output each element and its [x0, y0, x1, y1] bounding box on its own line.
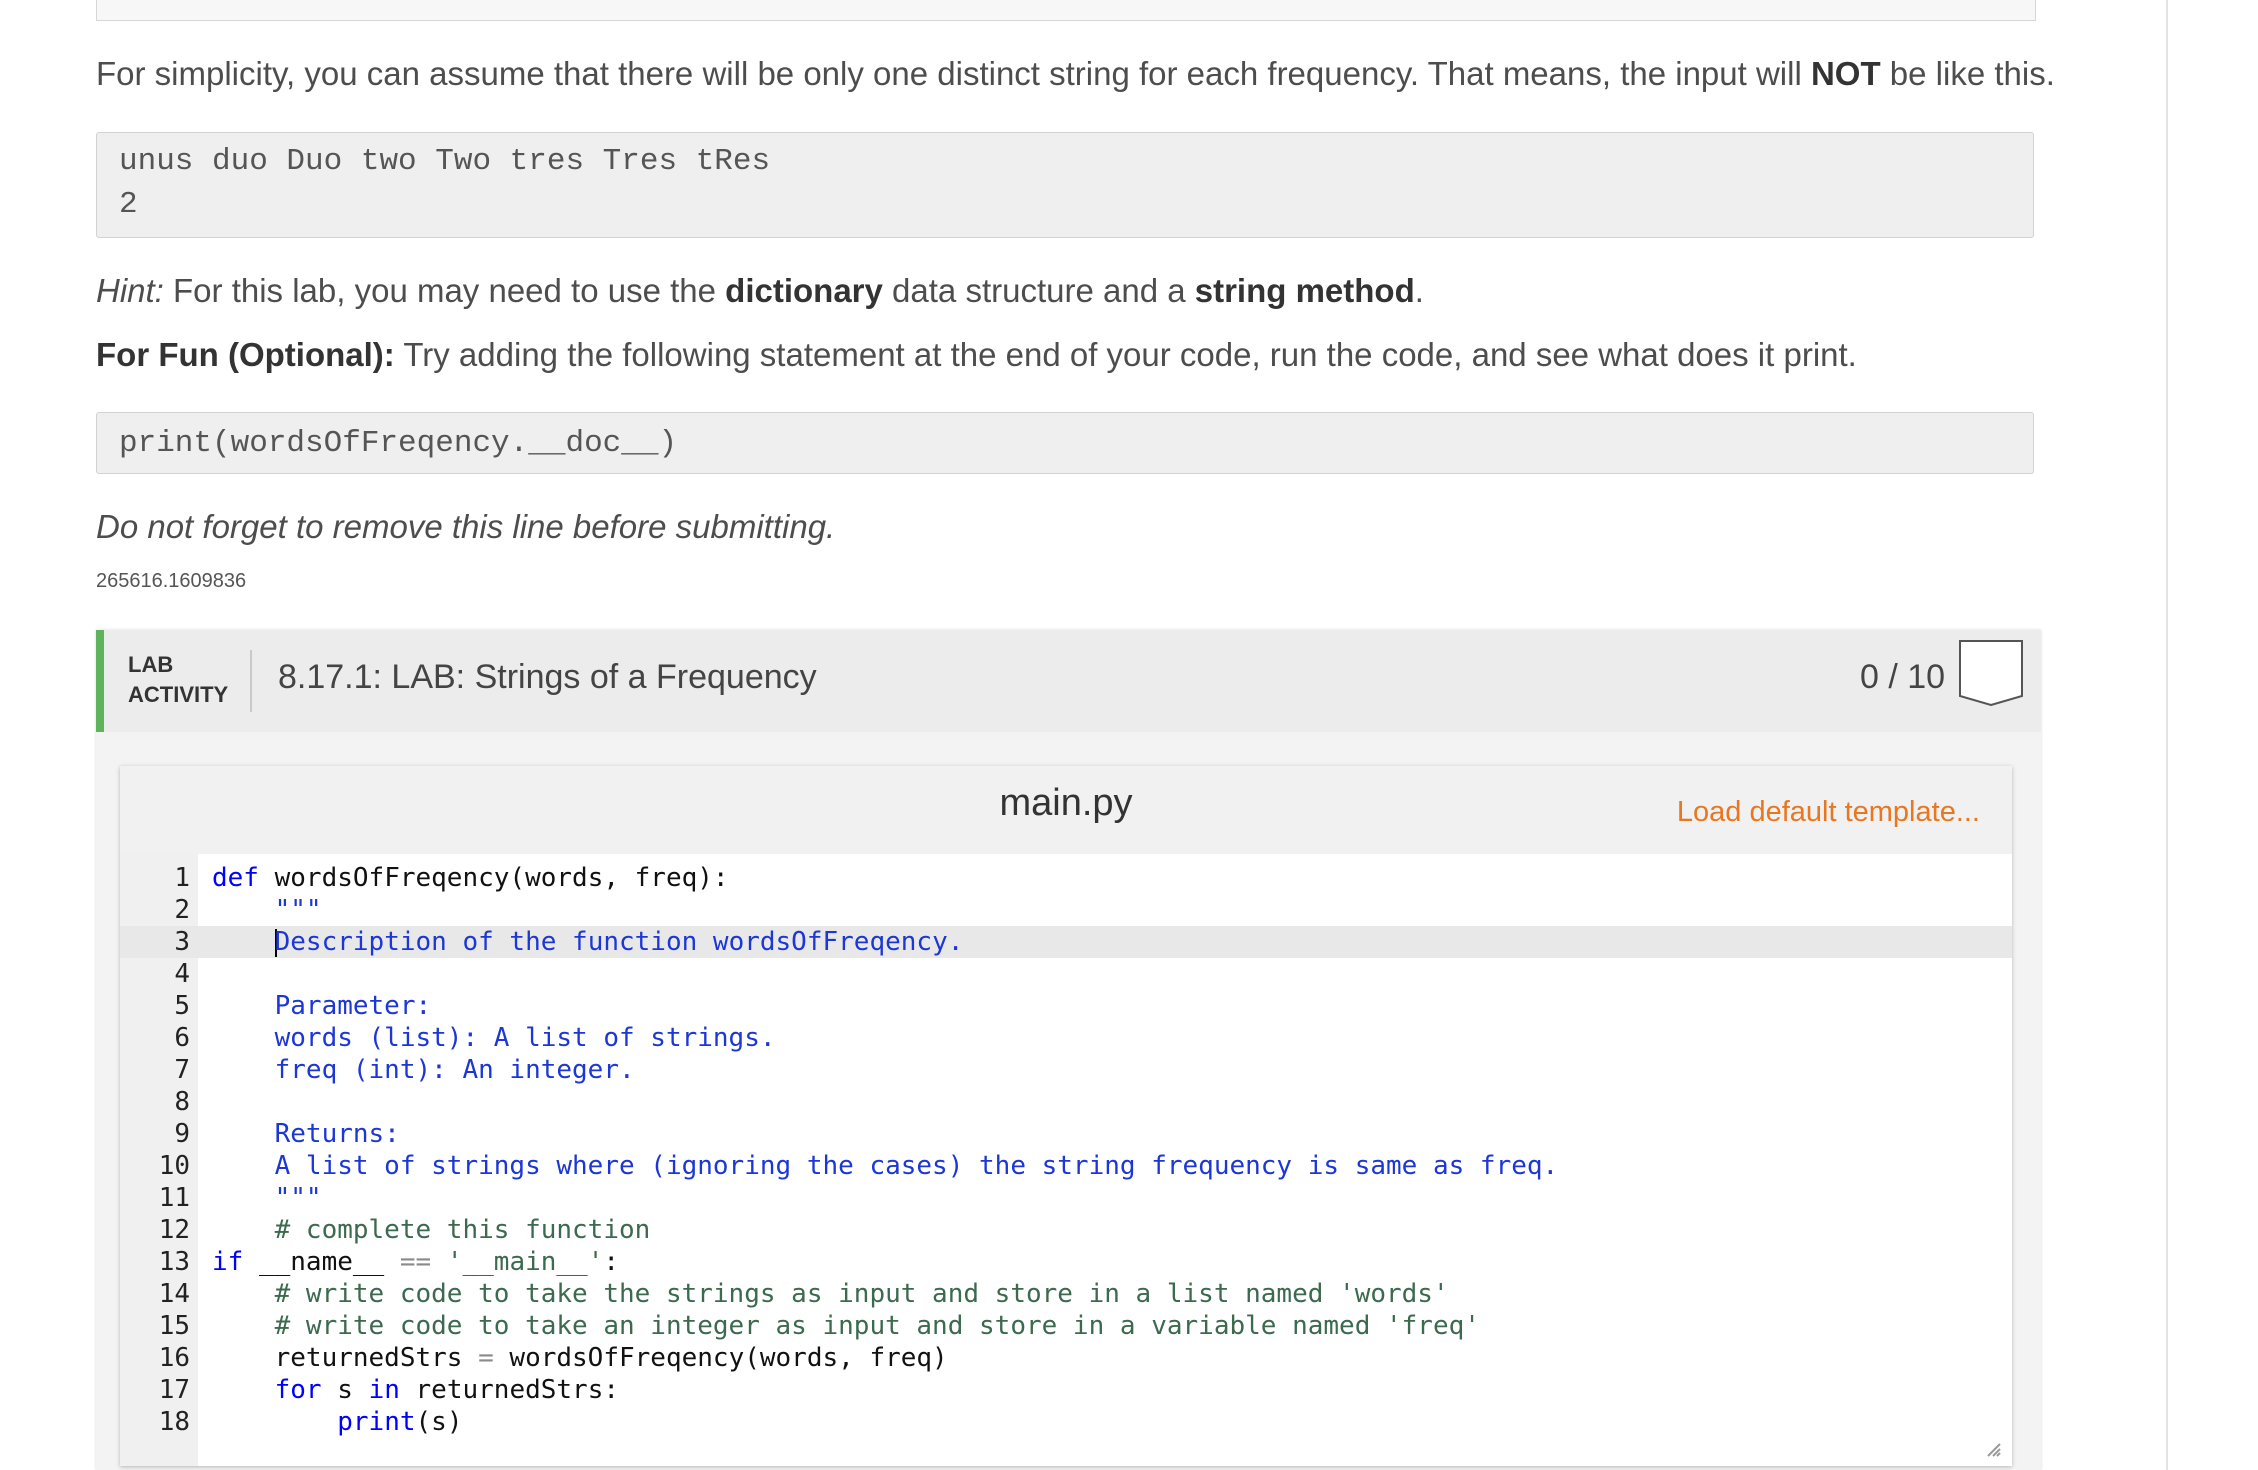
for-fun-label: For Fun (Optional): — [96, 336, 395, 373]
line-number: 4 — [174, 959, 190, 989]
example-input-line: unus duo Duo two Two tres Tres tRes — [119, 144, 771, 179]
line-code: freq (int): An integer. — [212, 1055, 635, 1085]
header-divider — [250, 650, 252, 712]
example-input-line: 2 — [119, 187, 138, 222]
line-code: if __name__ == '__main__': — [212, 1247, 620, 1277]
line-code: print(s) — [337, 1407, 463, 1437]
code-editor: main.py Load default template... 1 def wo… — [120, 766, 2012, 1466]
for-fun-paragraph: For Fun (Optional): Try adding the follo… — [96, 336, 1857, 374]
code-line[interactable]: 6 words (list): A list of strings. — [120, 1022, 2012, 1054]
doc-print-code: print(wordsOfFreqency.__doc__) — [119, 426, 678, 461]
line-number: 8 — [174, 1087, 190, 1117]
line-code: """ — [212, 895, 322, 925]
line-number: 11 — [158, 1183, 190, 1213]
activity-id: 265616.1609836 — [96, 570, 247, 592]
line-number: 3 — [174, 927, 190, 957]
code-line[interactable]: 2 """ — [120, 894, 2012, 926]
load-default-template-link[interactable]: Load default template... — [1677, 796, 1980, 829]
code-line[interactable]: 12 # complete this function — [120, 1214, 2012, 1246]
line-number: 5 — [174, 991, 190, 1021]
hint-text: data structure and a — [882, 272, 1195, 309]
completion-badge-icon — [1959, 640, 2023, 706]
hint-paragraph: Hint: For this lab, you may need to use … — [96, 272, 1424, 310]
hint-string-method: string method — [1194, 272, 1415, 309]
line-number: 12 — [158, 1215, 190, 1245]
doc-print-code-box: print(wordsOfFreqency.__doc__) — [96, 412, 2034, 474]
line-code: A list of strings where (ignoring the ca… — [212, 1151, 1559, 1181]
code-area[interactable]: 1 def wordsOfFreqency(words, freq): 2 """ 3… — [120, 854, 2012, 1466]
line-number: 18 — [158, 1407, 190, 1437]
hint-text: . — [1414, 272, 1424, 309]
line-number: 15 — [158, 1311, 190, 1341]
lab-score: 0 / 10 — [1860, 658, 1946, 696]
code-line[interactable]: 9 Returns: — [120, 1118, 2012, 1150]
code-line[interactable]: 11 """ — [120, 1182, 2012, 1214]
for-fun-text: Try adding the following statement at th… — [394, 336, 1857, 373]
line-code: """ — [212, 1183, 322, 1213]
line-code: Description of the function wordsOfFreqe… — [274, 927, 964, 957]
previous-code-box — [96, 0, 2036, 21]
simplicity-emphasis: NOT — [1810, 55, 1881, 92]
line-code: Returns: — [212, 1119, 400, 1149]
hint-dictionary: dictionary — [725, 272, 883, 309]
hint-label: Hint: — [96, 272, 164, 309]
simplicity-paragraph: For simplicity, you can assume that ther… — [96, 55, 2055, 93]
code-line[interactable]: 18 print(s) — [120, 1406, 2012, 1438]
remove-note-text: Do not forget to remove this line before… — [96, 508, 836, 545]
lab-activity-kind: LAB ACTIVITY — [128, 650, 228, 710]
code-line[interactable]: 1 def wordsOfFreqency(words, freq): — [120, 862, 2012, 894]
hint-text: For this lab, you may need to use the — [163, 272, 726, 309]
code-line[interactable]: 7 freq (int): An integer. — [120, 1054, 2012, 1086]
line-code: words (list): A list of strings. — [212, 1023, 776, 1053]
line-code: # write code to take the strings as inpu… — [212, 1279, 1449, 1309]
simplicity-text: For simplicity, you can assume that ther… — [96, 55, 1811, 92]
remove-note: Do not forget to remove this line before… — [96, 508, 835, 546]
line-number: 6 — [174, 1023, 190, 1053]
line-number: 10 — [158, 1151, 190, 1181]
line-code: for s in returnedStrs: — [274, 1375, 620, 1405]
text-cursor — [274, 928, 277, 957]
page-right-gutter — [2166, 0, 2258, 1470]
code-line[interactable]: 14 # write code to take the strings as i… — [120, 1278, 2012, 1310]
line-code: Parameter: — [212, 991, 432, 1021]
code-line[interactable]: 5 Parameter: — [120, 990, 2012, 1022]
lab-title: 8.17.1: LAB: Strings of a Frequency — [278, 658, 817, 696]
resize-handle-icon[interactable] — [1984, 1440, 2002, 1458]
line-code: returnedStrs = wordsOfFreqency(words, fr… — [212, 1343, 948, 1373]
code-line[interactable]: 8 — [120, 1086, 2012, 1118]
line-number: 14 — [158, 1279, 190, 1309]
code-line[interactable]: 16 returnedStrs = wordsOfFreqency(words,… — [120, 1342, 2012, 1374]
code-line[interactable]: 10 A list of strings where (ignoring the… — [120, 1150, 2012, 1182]
editor-toolbar: main.py Load default template... — [120, 766, 2012, 854]
line-code: # write code to take an integer as input… — [212, 1311, 1480, 1341]
code-line[interactable]: 13 if __name__ == '__main__': — [120, 1246, 2012, 1278]
line-code: # complete this function — [212, 1215, 651, 1245]
simplicity-text-end: be like this. — [1880, 55, 2055, 92]
lab-kind-line: LAB — [128, 652, 174, 677]
code-line[interactable]: 4 — [120, 958, 2012, 990]
line-number: 1 — [174, 863, 190, 893]
lab-activity-header: LAB ACTIVITY 8.17.1: LAB: Strings of a F… — [96, 630, 2041, 732]
code-line[interactable]: 15 # write code to take an integer as in… — [120, 1310, 2012, 1342]
code-line[interactable]: 3 Description of the function wordsOfFre… — [120, 926, 2012, 958]
line-number: 9 — [174, 1119, 190, 1149]
code-line[interactable]: 17 for s in returnedStrs: — [120, 1374, 2012, 1406]
line-number: 17 — [158, 1375, 190, 1405]
example-input-box: unus duo Duo two Two tres Tres tRes 2 — [96, 132, 2034, 238]
line-number: 7 — [174, 1055, 190, 1085]
line-code: def wordsOfFreqency(words, freq): — [212, 863, 729, 893]
line-number: 13 — [158, 1247, 190, 1277]
line-number: 2 — [174, 895, 190, 925]
lab-activity-panel: LAB ACTIVITY 8.17.1: LAB: Strings of a F… — [96, 630, 2041, 1470]
lab-kind-line: ACTIVITY — [128, 682, 229, 707]
line-number: 16 — [158, 1343, 190, 1373]
